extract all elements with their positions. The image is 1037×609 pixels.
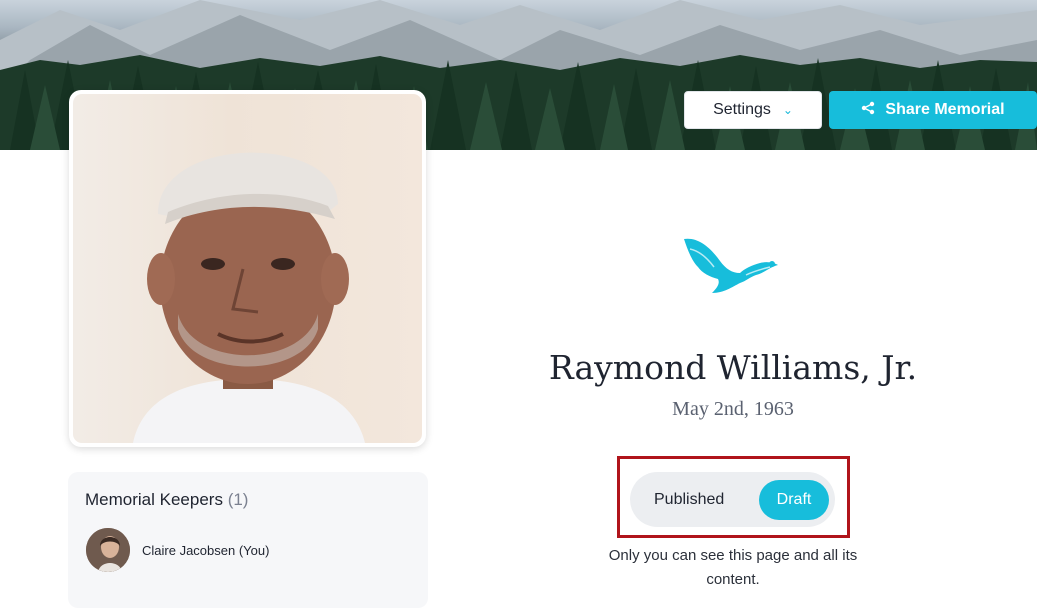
settings-label: Settings xyxy=(713,101,771,118)
chevron-down-icon: ⌄ xyxy=(782,103,793,117)
memorial-keepers-panel: Memorial Keepers (1) Claire Jacobsen (Yo… xyxy=(68,472,428,608)
memorial-keepers-count: (1) xyxy=(227,490,249,509)
visibility-notice: Only you can see this page and all its c… xyxy=(608,547,858,588)
eagle-icon xyxy=(680,233,780,300)
memorial-date: May 2nd, 1963 xyxy=(672,398,794,420)
share-memorial-button[interactable]: Share Memorial xyxy=(829,91,1037,129)
memorial-name: Raymond Williams, Jr. xyxy=(548,348,918,387)
memorial-keepers-title: Memorial Keepers xyxy=(85,490,223,509)
keeper-name: Claire Jacobsen (You) xyxy=(142,542,270,558)
share-label: Share Memorial xyxy=(885,101,1005,118)
toggle-option-draft[interactable]: Draft xyxy=(759,480,829,520)
profile-photo xyxy=(73,94,422,443)
memorial-keepers-heading: Memorial Keepers (1) xyxy=(85,490,248,510)
settings-button[interactable]: Settings ⌄ xyxy=(684,91,822,129)
profile-photo-frame xyxy=(69,90,426,447)
publish-status-toggle[interactable]: Published Draft xyxy=(630,472,835,527)
toggle-option-published[interactable]: Published xyxy=(654,472,724,527)
keeper-list-item[interactable]: Claire Jacobsen (You) xyxy=(86,528,269,572)
share-icon xyxy=(861,101,875,120)
avatar xyxy=(86,528,130,572)
